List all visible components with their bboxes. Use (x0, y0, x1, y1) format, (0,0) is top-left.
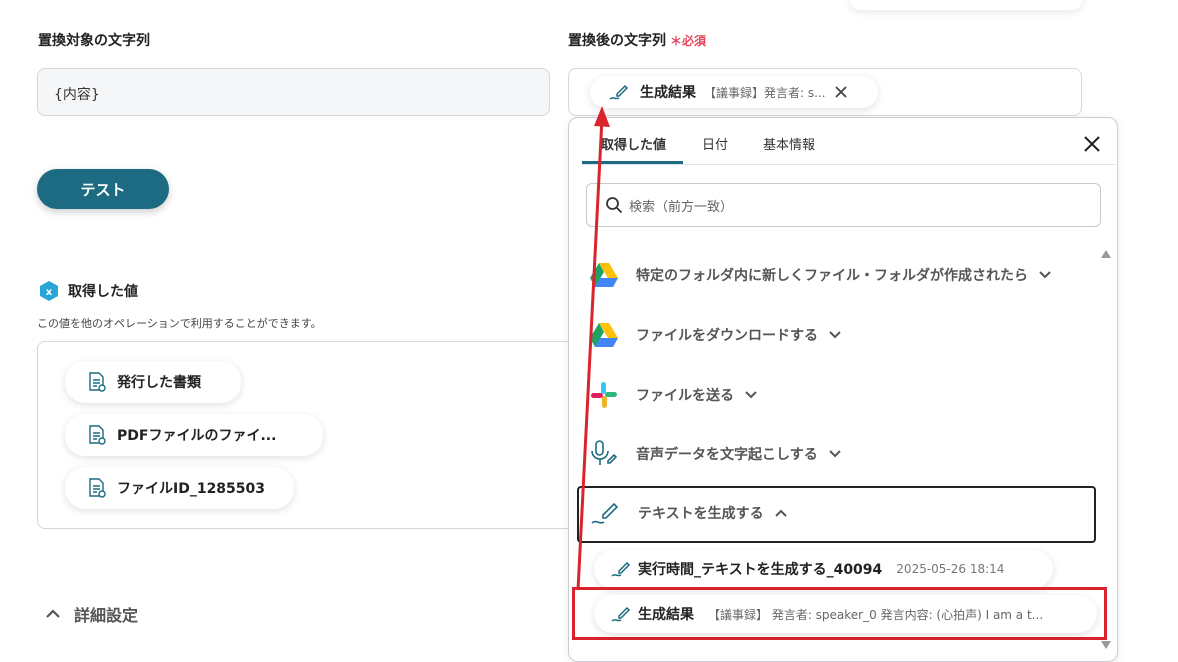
search-input[interactable]: 検索（前方一致） (586, 183, 1101, 227)
tab-basic-info[interactable]: 基本情報 (763, 134, 815, 153)
document-icon (89, 425, 106, 445)
group-label: 特定のフォルダ内に新しくファイル・フォルダが作成されたら (636, 268, 1028, 284)
replacement-chip[interactable]: 生成結果 【議事録】発言者: s... (590, 76, 878, 108)
value-chip[interactable]: ファイルID_1285503 (65, 467, 294, 509)
replacement-string-label: 置換後の文字列 (568, 33, 666, 49)
group-label: ファイルを送る (636, 388, 734, 404)
svg-text:x: x (46, 287, 53, 298)
chevron-up-icon (774, 509, 787, 517)
close-icon[interactable] (834, 85, 848, 99)
chevron-down-icon (829, 450, 841, 458)
group-label: 音声データを文字起こしする (636, 447, 818, 463)
values-description: この値を他のオペレーションで利用することができます。 (37, 317, 322, 330)
value-chip-label: ファイルID_1285503 (117, 481, 266, 497)
chevron-up-icon (46, 609, 60, 618)
chevron-down-icon (1039, 271, 1051, 279)
target-string-label: 置換対象の文字列 (38, 33, 150, 49)
replacement-label-row: 置換後の文字列 ＊必須 (568, 30, 706, 50)
entry-execution-time[interactable]: 実行時間_テキストを生成する_40094 2025-05-26 18:14 (594, 550, 1053, 588)
values-title-text: 取得した値 (68, 284, 138, 300)
search-placeholder: 検索（前方一致） (629, 199, 734, 215)
target-string-input[interactable]: {内容} (37, 68, 550, 116)
group-label: テキストを生成する (638, 506, 764, 522)
group-transcribe-audio[interactable]: 音声データを文字起こしする (590, 439, 842, 469)
replacement-chip-title: 生成結果 (640, 85, 696, 101)
entry-title: 実行時間_テキストを生成する_40094 (638, 562, 883, 578)
pen-icon (609, 84, 629, 100)
value-chip[interactable]: 発行した書類 (65, 361, 241, 403)
values-title: x 取得した値 (38, 280, 138, 302)
entry-title: 生成結果 (638, 607, 694, 623)
chevron-down-icon (829, 331, 841, 339)
group-label: ファイルをダウンロードする (636, 328, 818, 344)
entry-generation-result[interactable]: 生成結果 【議事録】 発言者: speaker_0 発言内容: (心拍声) I … (594, 595, 1097, 633)
target-string-value: {内容} (54, 87, 100, 103)
document-icon (89, 372, 106, 392)
scroll-up-icon[interactable] (1101, 250, 1111, 258)
group-download-file[interactable]: ファイルをダウンロードする (590, 322, 842, 348)
scroll-down-icon[interactable] (1101, 641, 1111, 649)
tab-date[interactable]: 日付 (702, 134, 728, 153)
group-folder-created[interactable]: 特定のフォルダ内に新しくファイル・フォルダが作成されたら (590, 262, 1052, 288)
value-chip[interactable]: PDFファイルのファイ... (65, 414, 323, 456)
top-card-edge (850, 0, 1082, 10)
annotation-arrow (576, 106, 610, 591)
advanced-settings-toggle[interactable]: 詳細設定 (44, 602, 138, 626)
variable-icon: x (40, 281, 58, 301)
required-badge: ＊必須 (670, 34, 707, 48)
value-chip-label: 発行した書類 (117, 375, 201, 391)
tabs-divider (582, 164, 1115, 165)
entry-value: 2025-05-26 18:14 (896, 562, 1005, 576)
advanced-settings-label: 詳細設定 (74, 606, 139, 625)
close-icon[interactable] (1083, 135, 1101, 153)
value-chip-label: PDFファイルのファイ... (117, 428, 277, 444)
pen-icon (611, 606, 631, 622)
document-icon (89, 478, 106, 498)
replacement-chip-snippet: 【議事録】発言者: s... (704, 85, 826, 100)
test-button[interactable]: テスト (37, 169, 169, 209)
chevron-down-icon (745, 391, 757, 399)
entry-value: 【議事録】 発言者: speaker_0 発言内容: (心拍声) I am a … (708, 607, 1044, 622)
